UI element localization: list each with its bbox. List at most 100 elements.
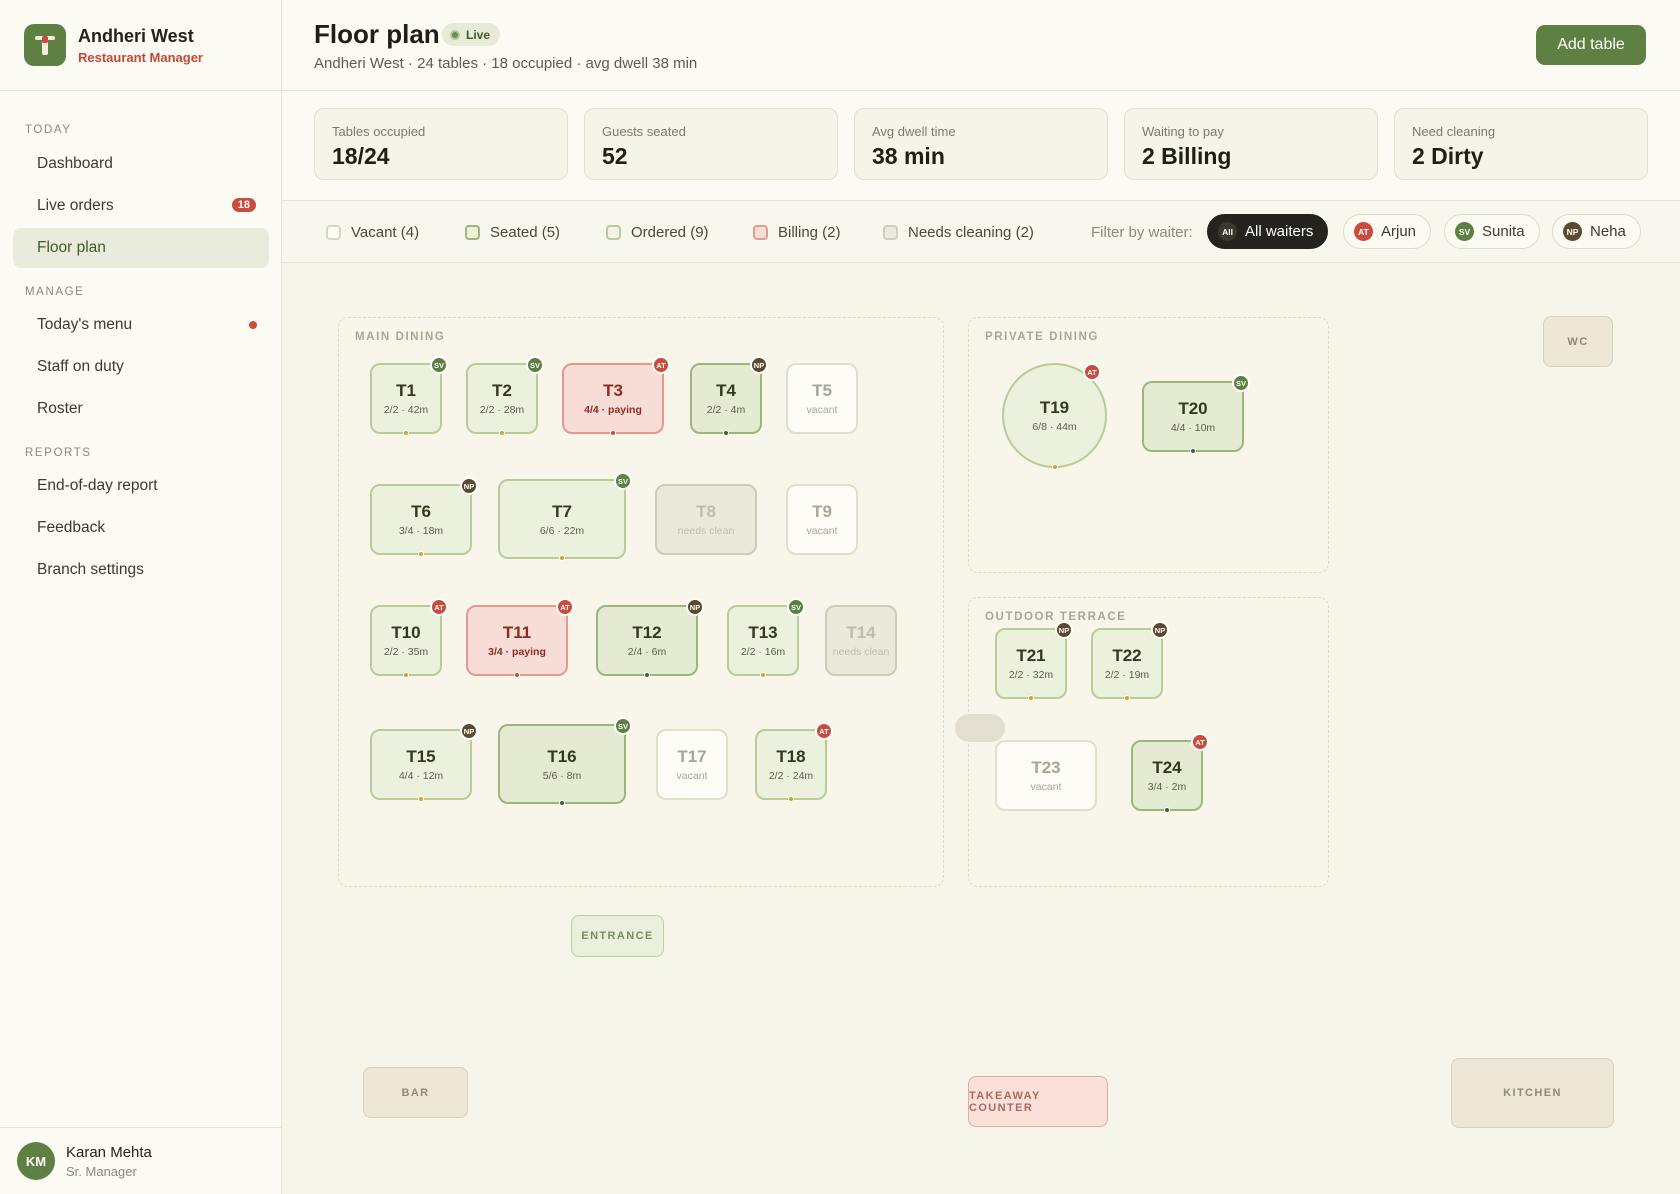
table-t23[interactable]: T23 vacant bbox=[995, 740, 1097, 811]
table-status-text: 4/4 · 12m bbox=[398, 770, 444, 782]
waiter-avatar: AT bbox=[1354, 222, 1373, 241]
waiter-chip-arjun[interactable]: AT Arjun bbox=[1343, 214, 1432, 249]
nav-section-reports: REPORTS bbox=[25, 447, 92, 459]
sidebar-item-feedback[interactable]: Feedback bbox=[13, 508, 269, 548]
add-table-button[interactable]: Add table bbox=[1536, 25, 1646, 65]
canvas-drag-handle[interactable] bbox=[955, 714, 1005, 742]
nav-section-today: TODAY bbox=[25, 124, 72, 136]
legend-vacant[interactable]: Vacant (4) bbox=[326, 224, 419, 241]
waiter-badge: NP bbox=[1151, 621, 1169, 639]
table-status-text: 2/4 · 6m bbox=[627, 646, 667, 658]
table-t3[interactable]: T3 4/4 · paying AT bbox=[562, 356, 670, 436]
fixture-bar: BAR bbox=[363, 1067, 468, 1118]
brand[interactable]: Andheri West Restaurant Manager bbox=[0, 0, 281, 91]
waiter-badge: AT bbox=[556, 598, 574, 616]
user-role: Sr. Manager bbox=[66, 1163, 137, 1179]
table-status-text: 2/2 · 28m bbox=[479, 404, 525, 416]
table-t17[interactable]: T17 vacant bbox=[656, 729, 728, 800]
table-t10[interactable]: T10 2/2 · 35m AT bbox=[370, 598, 448, 678]
order-status-dot-icon bbox=[1164, 807, 1170, 813]
page-title: Floor plan bbox=[314, 19, 440, 49]
legend-ordered[interactable]: Ordered (9) bbox=[606, 224, 709, 241]
sidebar-item-roster[interactable]: Roster bbox=[13, 389, 269, 429]
legend-swatch bbox=[753, 225, 768, 240]
restaurant-logo-icon bbox=[24, 24, 66, 66]
table-label: T22 bbox=[1112, 646, 1142, 665]
table-t5[interactable]: T5 vacant bbox=[786, 363, 858, 434]
table-t11[interactable]: T11 3/4 · paying AT bbox=[466, 598, 574, 678]
live-orders-count-badge: 18 bbox=[231, 198, 256, 212]
legend-seated[interactable]: Seated (5) bbox=[465, 224, 560, 241]
live-status-badge: Live bbox=[442, 23, 501, 46]
table-status-text: vacant bbox=[1030, 781, 1062, 793]
table-t13[interactable]: T13 2/2 · 16m SV bbox=[727, 598, 805, 678]
waiter-chip-sunita[interactable]: SV Sunita bbox=[1444, 214, 1540, 249]
order-status-dot-icon bbox=[559, 800, 565, 806]
sidebar-item-end-of-day-report[interactable]: End-of-day report bbox=[13, 466, 269, 506]
table-t21[interactable]: T21 2/2 · 32m NP bbox=[995, 621, 1073, 701]
table-status-text: 6/8 · 44m bbox=[1032, 421, 1077, 433]
stat-card-waiting-to-pay: Waiting to pay 2 Billing bbox=[1124, 108, 1378, 180]
table-t14[interactable]: T14 needs clean bbox=[825, 605, 897, 676]
sidebar-item-staff-on-duty[interactable]: Staff on duty bbox=[13, 347, 269, 387]
waiter-badge: AT bbox=[652, 356, 670, 374]
table-t1[interactable]: T1 2/2 · 42m SV bbox=[370, 356, 448, 436]
sidebar-item-floor-plan[interactable]: Floor plan bbox=[13, 228, 269, 268]
filter-label: Filter by waiter: bbox=[1091, 224, 1193, 241]
stat-value: 38 min bbox=[872, 143, 945, 169]
table-label: T6 bbox=[411, 502, 431, 521]
waiter-chip-neha[interactable]: NP Neha bbox=[1552, 214, 1641, 249]
table-t20[interactable]: T20 4/4 · 10m SV bbox=[1142, 374, 1250, 454]
chip-label: Sunita bbox=[1482, 223, 1525, 240]
waiter-chip-all[interactable]: All All waiters bbox=[1207, 214, 1329, 249]
page-header: Floor plan Live Andheri West · 24 tables… bbox=[282, 0, 1680, 91]
chip-label: Neha bbox=[1590, 223, 1626, 240]
table-status-text: needs clean bbox=[677, 525, 735, 537]
table-t9[interactable]: T9 vacant bbox=[786, 484, 858, 555]
sidebar-item-label: End-of-day report bbox=[37, 477, 158, 494]
table-t16[interactable]: T16 5/6 · 8m SV bbox=[498, 717, 632, 806]
table-t15[interactable]: T15 4/4 · 12m NP bbox=[370, 722, 478, 802]
table-t22[interactable]: T22 2/2 · 19m NP bbox=[1091, 621, 1169, 701]
table-t2[interactable]: T2 2/2 · 28m SV bbox=[466, 356, 544, 436]
stat-label: Waiting to pay bbox=[1142, 124, 1224, 139]
waiter-badge: SV bbox=[787, 598, 805, 616]
stat-value: 2 Dirty bbox=[1412, 143, 1484, 169]
table-label: T21 bbox=[1016, 646, 1046, 665]
sidebar-item-live-orders[interactable]: Live orders 18 bbox=[13, 186, 269, 226]
table-t8[interactable]: T8 needs clean bbox=[655, 484, 757, 555]
legend-label: Needs cleaning (2) bbox=[908, 224, 1034, 241]
brand-subtitle: Restaurant Manager bbox=[78, 49, 203, 65]
waiter-badge: NP bbox=[750, 356, 768, 374]
legend-needs-cleaning[interactable]: Needs cleaning (2) bbox=[883, 224, 1034, 241]
waiter-badge: AT bbox=[430, 598, 448, 616]
table-t24[interactable]: T24 3/4 · 2m AT bbox=[1131, 733, 1209, 813]
table-t4[interactable]: T4 2/2 · 4m NP bbox=[690, 356, 768, 436]
table-status-text: 5/6 · 8m bbox=[542, 769, 582, 782]
stat-card-tables-occupied: Tables occupied 18/24 bbox=[314, 108, 568, 180]
user-name: Karan Mehta bbox=[66, 1143, 152, 1161]
table-label: T24 bbox=[1152, 758, 1182, 777]
legend-label: Billing (2) bbox=[778, 224, 841, 241]
sidebar-item-todays-menu[interactable]: Today's menu bbox=[13, 305, 269, 345]
stat-value: 18/24 bbox=[332, 143, 390, 169]
page-subtitle: Andheri West · 24 tables · 18 occupied ·… bbox=[314, 55, 698, 72]
order-status-dot-icon bbox=[1190, 448, 1196, 454]
table-label: T10 bbox=[391, 623, 421, 642]
table-status-text: 2/2 · 32m bbox=[1008, 669, 1054, 681]
table-label: T13 bbox=[748, 623, 778, 642]
table-t19[interactable]: T19 6/8 · 44m AT bbox=[1002, 363, 1107, 470]
user-profile[interactable]: KM Karan Mehta Sr. Manager bbox=[0, 1127, 282, 1194]
table-t6[interactable]: T6 3/4 · 18m NP bbox=[370, 477, 478, 557]
all-icon: All bbox=[1218, 222, 1237, 241]
table-t7[interactable]: T7 6/6 · 22m SV bbox=[498, 472, 632, 561]
sidebar-item-branch-settings[interactable]: Branch settings bbox=[13, 550, 269, 590]
order-status-dot-icon bbox=[760, 672, 766, 678]
sidebar-item-label: Floor plan bbox=[37, 239, 106, 256]
table-t12[interactable]: T12 2/4 · 6m NP bbox=[596, 598, 704, 678]
sidebar-item-dashboard[interactable]: Dashboard bbox=[13, 144, 269, 184]
legend-billing[interactable]: Billing (2) bbox=[753, 224, 841, 241]
table-status-text: 2/2 · 35m bbox=[383, 646, 429, 658]
waiter-badge: NP bbox=[460, 722, 478, 740]
table-t18[interactable]: T18 2/2 · 24m AT bbox=[755, 722, 833, 802]
